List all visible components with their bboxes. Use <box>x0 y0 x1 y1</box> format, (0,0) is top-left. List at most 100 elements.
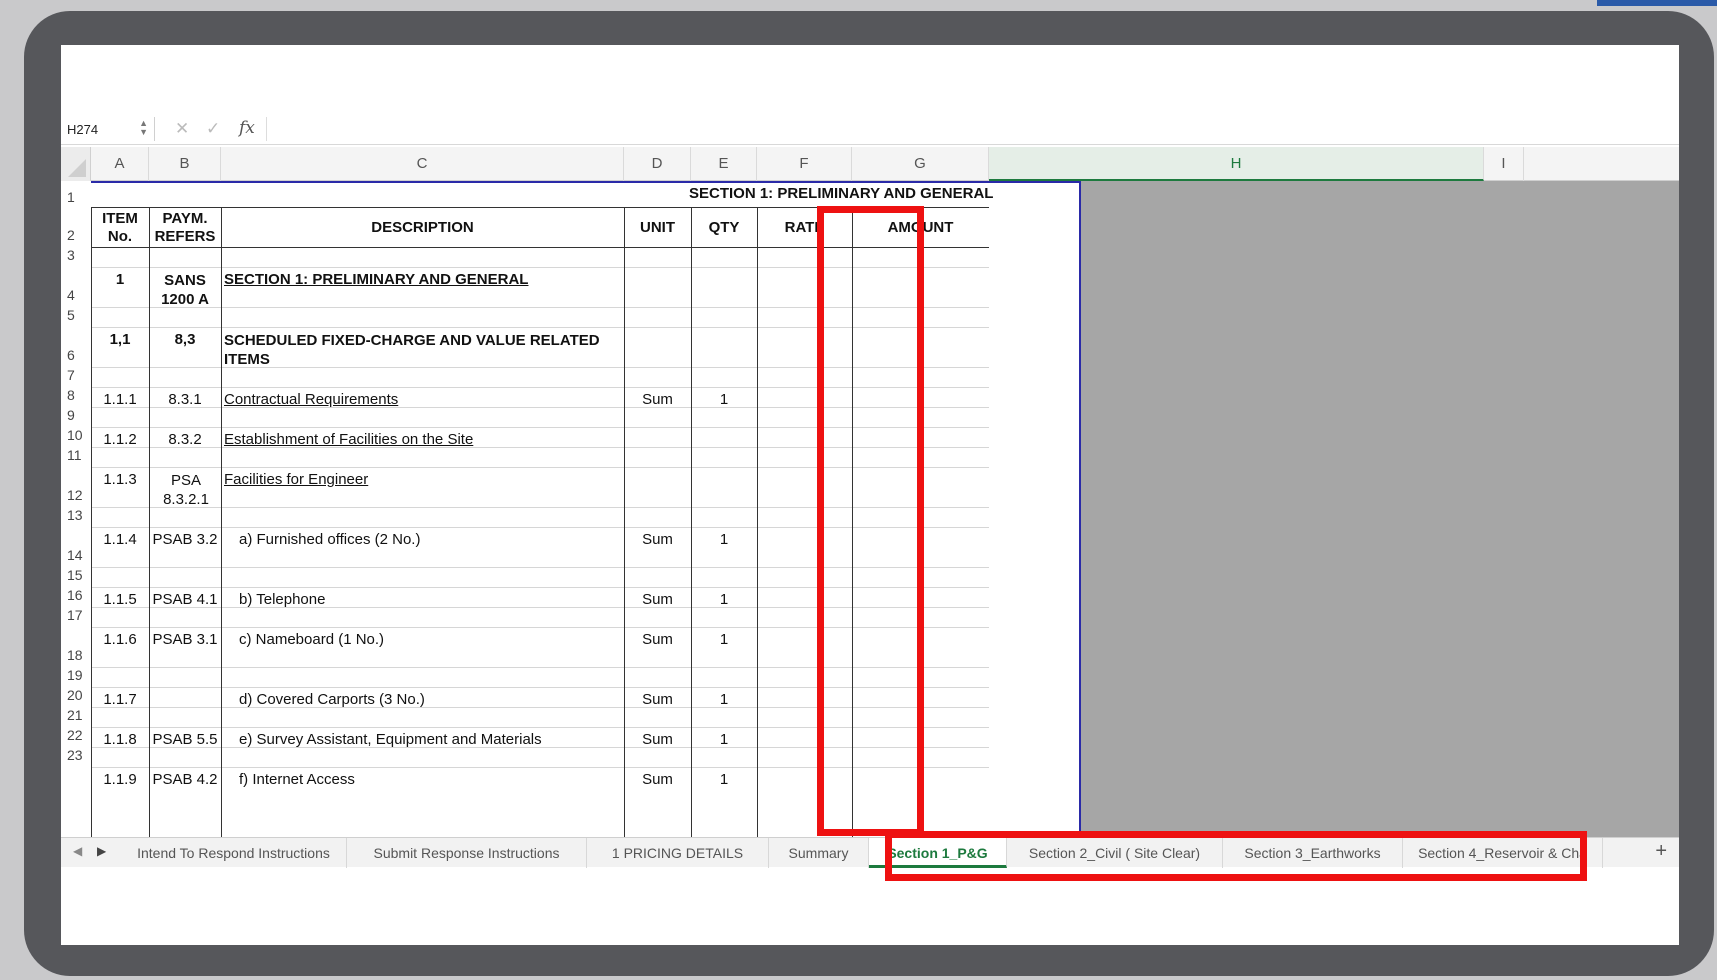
cell-paym[interactable]: PSAB 4.1 <box>149 591 221 608</box>
cell-description[interactable]: e) Survey Assistant, Equipment and Mater… <box>239 731 619 748</box>
header-unit: UNIT <box>640 219 675 236</box>
stepper-icon[interactable]: ▲ ▼ <box>139 119 148 137</box>
row-number[interactable]: 14 <box>61 547 91 563</box>
cell-unit[interactable]: Sum <box>624 631 691 648</box>
row-number[interactable]: 11 <box>61 447 91 463</box>
header-paym-refers: PAYM. REFERS <box>154 210 216 245</box>
cell-paym[interactable]: SANS 1200 A <box>157 271 213 309</box>
cell-paym[interactable]: PSAB 4.2 <box>149 771 221 788</box>
cell-paym[interactable]: 8.3.1 <box>149 391 221 408</box>
column-header-b[interactable]: B <box>149 147 221 181</box>
row-number[interactable]: 9 <box>61 407 91 423</box>
cell-qty[interactable]: 1 <box>691 531 757 548</box>
divider <box>266 117 267 141</box>
tab-submit-response[interactable]: Submit Response Instructions <box>347 838 587 868</box>
cell-item[interactable]: 1.1.2 <box>91 431 149 448</box>
row-number[interactable]: 19 <box>61 667 91 683</box>
row-number[interactable]: 17 <box>61 607 91 623</box>
check-icon[interactable]: ✓ <box>206 119 220 139</box>
scroll-tabs-left-icon[interactable]: ◀ <box>73 844 82 858</box>
cell-description[interactable]: SCHEDULED FIXED-CHARGE AND VALUE RELATED… <box>224 331 619 369</box>
add-sheet-icon[interactable]: + <box>1655 840 1667 863</box>
close-icon[interactable]: ✕ <box>175 119 189 139</box>
row-number[interactable]: 6 <box>61 347 91 363</box>
column-divider <box>221 207 222 837</box>
cell-paym[interactable]: PSA 8.3.2.1 <box>161 471 211 509</box>
cell-item[interactable]: 1.1.7 <box>91 691 149 708</box>
cell-paym[interactable]: 8,3 <box>149 331 221 348</box>
row-number[interactable]: 23 <box>61 747 91 763</box>
row-number[interactable]: 3 <box>61 247 91 263</box>
row-number[interactable]: 1 <box>61 189 91 205</box>
row-number[interactable]: 7 <box>61 367 91 383</box>
cell-paym[interactable]: PSAB 3.2 <box>149 531 221 548</box>
cell-qty[interactable]: 1 <box>691 391 757 408</box>
cell-paym[interactable]: 8.3.2 <box>149 431 221 448</box>
cell-item[interactable]: 1.1.4 <box>91 531 149 548</box>
sheet-title: SECTION 1: PRELIMINARY AND GENERAL <box>689 185 994 202</box>
cell-item[interactable]: 1.1.6 <box>91 631 149 648</box>
cell-qty[interactable]: 1 <box>691 591 757 608</box>
row-number[interactable]: 16 <box>61 587 91 603</box>
row-number[interactable]: 18 <box>61 647 91 663</box>
row-number[interactable]: 2 <box>61 227 91 243</box>
column-header-c[interactable]: C <box>221 147 624 181</box>
row-number[interactable]: 21 <box>61 707 91 723</box>
column-header-a[interactable]: A <box>91 147 149 181</box>
cell-item[interactable]: 1.1.9 <box>91 771 149 788</box>
cell-unit[interactable]: Sum <box>624 771 691 788</box>
cell-unit[interactable]: Sum <box>624 591 691 608</box>
row-number[interactable]: 22 <box>61 727 91 743</box>
cell-description[interactable]: d) Covered Carports (3 No.) <box>239 691 619 708</box>
cell-description[interactable]: Facilities for Engineer <box>224 471 622 488</box>
row-number[interactable]: 13 <box>61 507 91 523</box>
cell-item[interactable]: 1,1 <box>91 331 149 348</box>
row-number[interactable]: 12 <box>61 487 91 503</box>
scroll-tabs-right-icon[interactable]: ▶ <box>97 844 106 858</box>
cell-description[interactable]: SECTION 1: PRELIMINARY AND GENERAL <box>224 271 622 288</box>
cell-paym[interactable]: PSAB 5.5 <box>149 731 221 748</box>
cell-unit[interactable]: Sum <box>624 731 691 748</box>
header-item-no: ITEM No. <box>102 210 138 245</box>
cell-unit[interactable]: Sum <box>624 691 691 708</box>
cell-paym[interactable]: PSAB 3.1 <box>149 631 221 648</box>
cell-item[interactable]: 1.1.1 <box>91 391 149 408</box>
cell-description[interactable]: f) Internet Access <box>239 771 619 788</box>
cell-item[interactable]: 1.1.5 <box>91 591 149 608</box>
column-header-g[interactable]: G <box>852 147 989 181</box>
cell-description[interactable]: Contractual Requirements <box>224 391 622 408</box>
tab-summary[interactable]: Summary <box>769 838 869 868</box>
tab-pricing-details[interactable]: 1 PRICING DETAILS <box>587 838 769 868</box>
header-description: DESCRIPTION <box>371 219 474 236</box>
cell-qty[interactable]: 1 <box>691 691 757 708</box>
row-number[interactable]: 15 <box>61 567 91 583</box>
column-header-f[interactable]: F <box>757 147 852 181</box>
column-header-d[interactable]: D <box>624 147 691 181</box>
cell-qty[interactable]: 1 <box>691 731 757 748</box>
print-area-border <box>1079 181 1081 837</box>
row-number[interactable]: 5 <box>61 307 91 323</box>
row-number[interactable]: 20 <box>61 687 91 703</box>
tab-intend-to-respond[interactable]: Intend To Respond Instructions <box>121 838 347 868</box>
cell-qty[interactable]: 1 <box>691 631 757 648</box>
select-all-corner[interactable] <box>61 147 91 181</box>
cell-unit[interactable]: Sum <box>624 391 691 408</box>
cell-description[interactable]: b) Telephone <box>239 591 619 608</box>
column-header-e[interactable]: E <box>691 147 757 181</box>
row-number[interactable]: 10 <box>61 427 91 443</box>
cell-qty[interactable]: 1 <box>691 771 757 788</box>
cell-description[interactable]: Establishment of Facilities on the Site <box>224 431 622 448</box>
cell-description[interactable]: a) Furnished offices (2 No.) <box>239 531 619 548</box>
row-number[interactable]: 8 <box>61 387 91 403</box>
column-header-i[interactable]: I <box>1484 147 1524 181</box>
spreadsheet-window: H274 ▲ ▼ ✕ ✓ fx A B C D E F G H I 1 2 3 4… <box>61 45 1679 945</box>
cell-item[interactable]: 1 <box>91 271 149 288</box>
cell-item[interactable]: 1.1.3 <box>91 471 149 488</box>
row-number[interactable]: 4 <box>61 287 91 303</box>
column-header-h[interactable]: H <box>989 147 1484 181</box>
cell-item[interactable]: 1.1.8 <box>91 731 149 748</box>
name-box[interactable]: H274 ▲ ▼ <box>65 117 155 141</box>
cell-description[interactable]: c) Nameboard (1 No.) <box>239 631 619 648</box>
function-icon[interactable]: fx <box>239 118 255 138</box>
cell-unit[interactable]: Sum <box>624 531 691 548</box>
